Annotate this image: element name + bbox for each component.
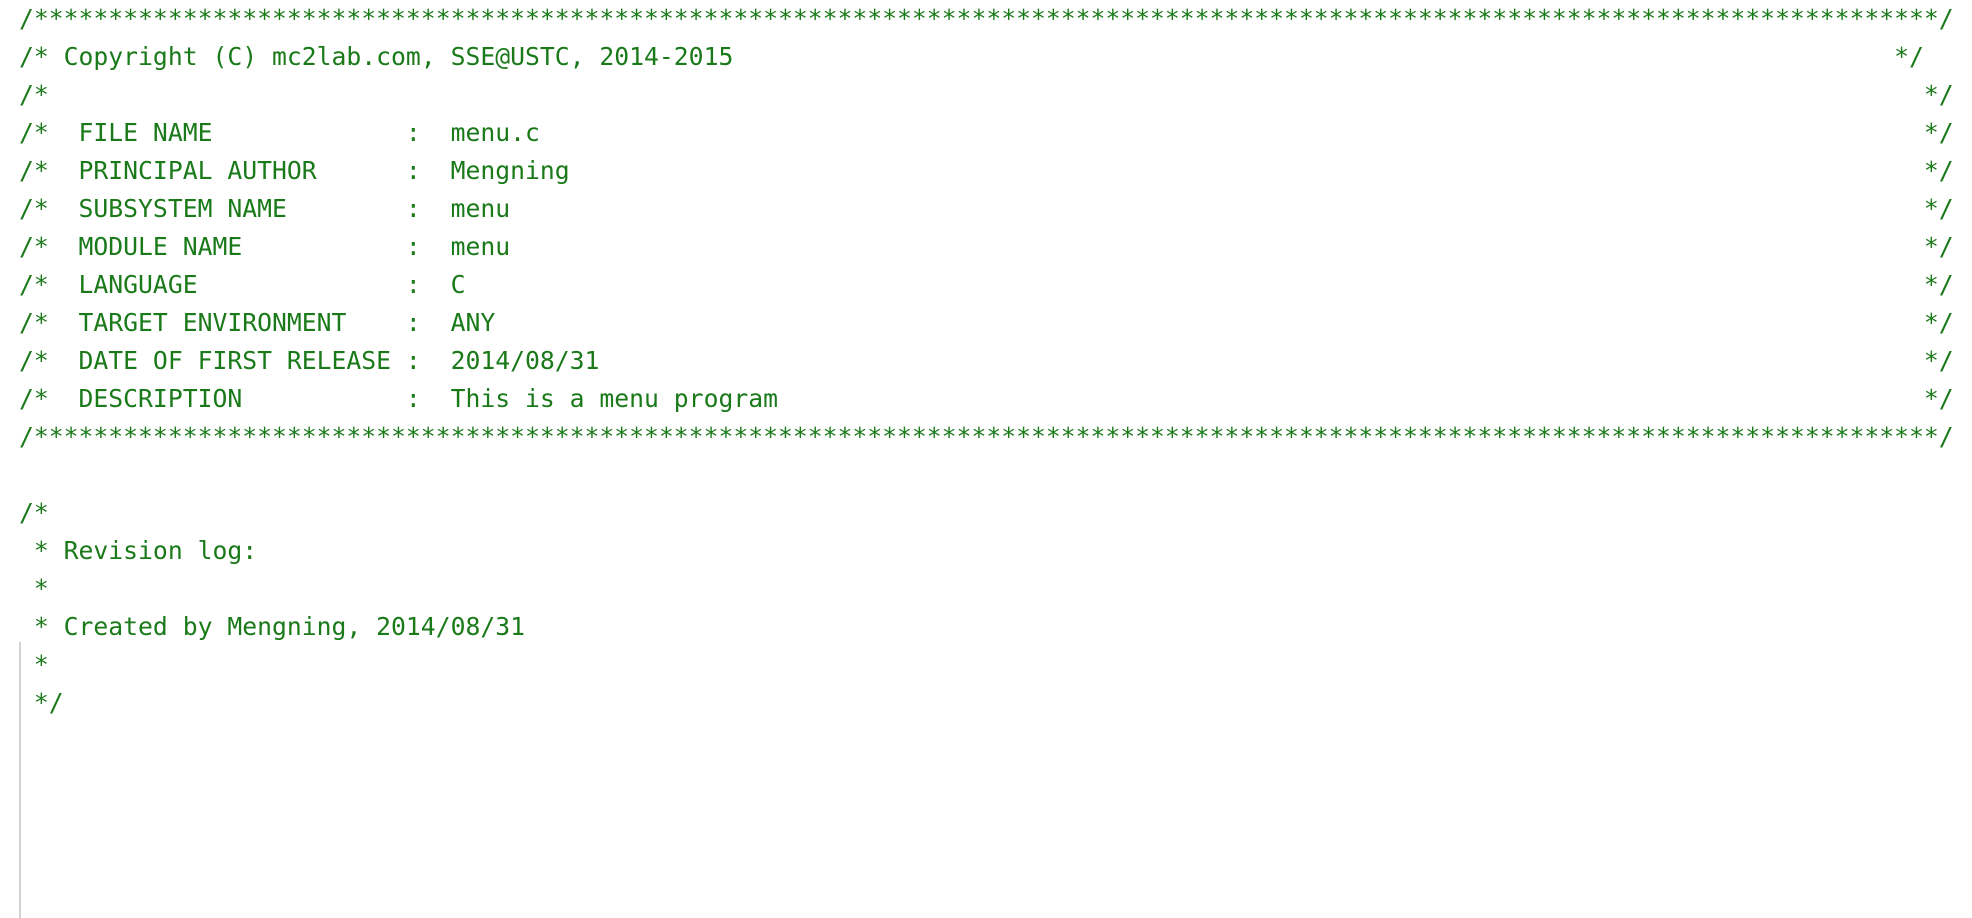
code-line: /* MODULE NAME : menu */ [19, 232, 1954, 261]
code-line: /* SUBSYSTEM NAME : menu */ [19, 194, 1954, 223]
code-line: * Created by Mengning, 2014/08/31 [19, 612, 525, 641]
code-line: /***************************************… [19, 422, 1954, 451]
code-line: /***************************************… [19, 4, 1954, 33]
code-line: /* */ [19, 80, 1954, 109]
code-line: * [19, 574, 49, 603]
code-line: * [19, 650, 49, 679]
code-line: /* LANGUAGE : C */ [19, 270, 1954, 299]
code-line: /* Copyright (C) mc2lab.com, SSE@USTC, 2… [19, 42, 1924, 71]
code-line: /* FILE NAME : menu.c */ [19, 118, 1954, 147]
code-line: /* DATE OF FIRST RELEASE : 2014/08/31 */ [19, 346, 1954, 375]
code-line: * Revision log: [19, 536, 258, 565]
code-line: */ [19, 688, 64, 717]
code-line: /* PRINCIPAL AUTHOR : Mengning */ [19, 156, 1954, 185]
code-line: /* TARGET ENVIRONMENT : ANY */ [19, 308, 1954, 337]
code-line: /* [19, 498, 49, 527]
source-code-block: /***************************************… [0, 0, 1972, 722]
code-line: /* DESCRIPTION : This is a menu program … [19, 384, 1954, 413]
code-editor-view[interactable]: /***************************************… [0, 0, 1972, 918]
